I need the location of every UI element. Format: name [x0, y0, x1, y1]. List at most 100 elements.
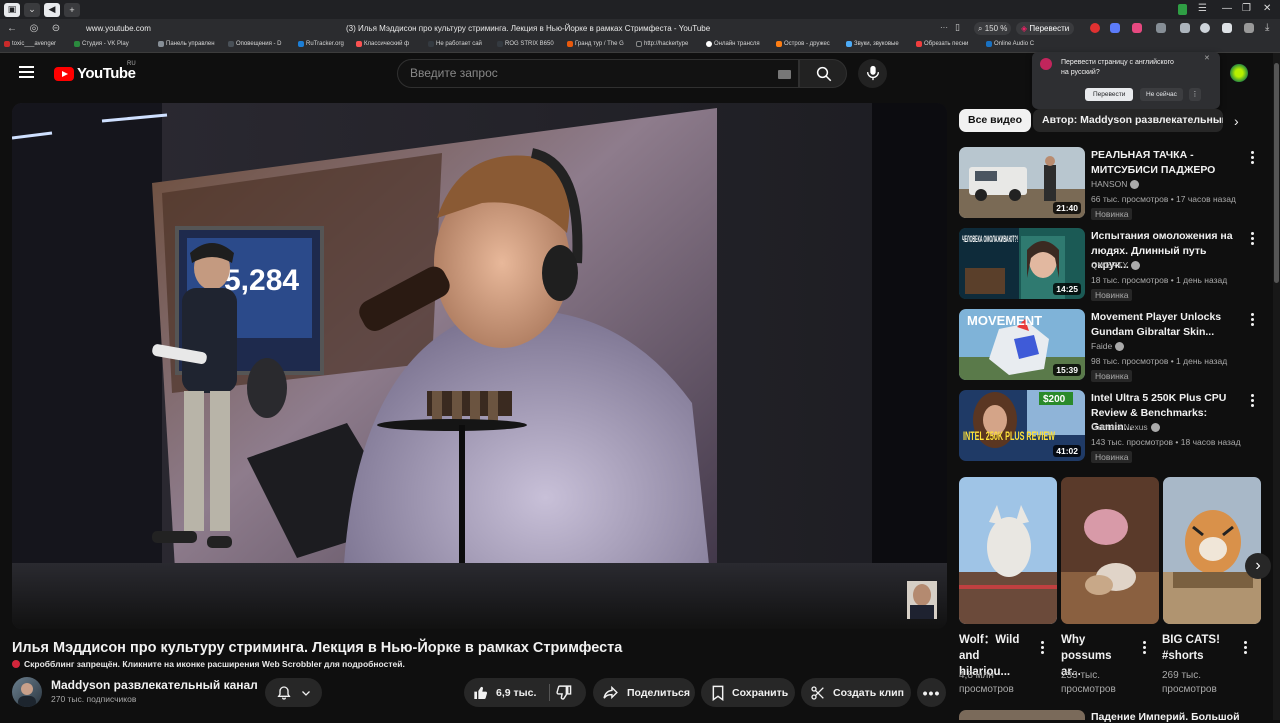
video-thumbnail[interactable]: MOVEMENT 15:39 — [959, 309, 1085, 380]
video-thumbnail[interactable]: $200 INTEL 250K PLUS REVIEW 41:02 — [959, 390, 1085, 461]
short-thumbnail[interactable] — [1061, 477, 1159, 624]
more-dots-icon[interactable]: ··· — [940, 23, 948, 32]
video-channel[interactable]: Gamers Nexus — [1091, 422, 1160, 432]
short-thumbnail[interactable] — [1163, 477, 1261, 624]
short-menu-icon[interactable] — [1143, 641, 1147, 655]
download-arrow-icon[interactable]: ⤓ — [1265, 22, 1269, 33]
save-button[interactable]: Сохранить — [701, 678, 795, 707]
search-button[interactable] — [799, 59, 847, 88]
tab-youtube[interactable]: ◀ — [44, 2, 60, 17]
video-meta: 18 тыс. просмотров • 1 день назад — [1091, 275, 1228, 285]
bookmark-item[interactable]: Не работает сай — [428, 41, 482, 47]
bookmark-star-icon[interactable]: ▯ — [955, 22, 960, 33]
video-menu-icon[interactable] — [1251, 151, 1255, 165]
bookmark-item[interactable]: Обрезать песни — [916, 41, 968, 47]
extension-leaf-icon[interactable] — [1178, 4, 1187, 15]
extension-shield-icon[interactable] — [1156, 23, 1166, 33]
next-video-title[interactable]: Падение Империй. Большой — [1091, 711, 1240, 723]
extension-scrobbler-icon[interactable] — [1132, 23, 1142, 33]
more-actions-button[interactable]: ••• — [917, 678, 946, 707]
bookmark-item[interactable]: Остров - дружес — [776, 41, 830, 47]
bookmark-item[interactable]: Звуки, звуковые — [846, 41, 899, 47]
recommended-video[interactable]: $200 INTEL 250K PLUS REVIEW 41:02 Intel … — [959, 390, 1259, 463]
like-button[interactable]: 6,9 тыс. — [464, 678, 549, 707]
page-scrollbar[interactable] — [1273, 53, 1280, 720]
bookmark-label: Online Audio C — [994, 41, 1035, 47]
extension-gear-icon[interactable] — [1180, 23, 1190, 33]
recommended-video[interactable]: 21:40 РЕАЛЬНАЯ ТАЧКА - МИТСУБИСИ ПАДЖЕРО… — [959, 147, 1259, 220]
bookmark-item[interactable]: Гранд тур / The G — [567, 41, 624, 47]
channel-name[interactable]: Maddyson развлекательный канал — [51, 678, 258, 692]
back-icon[interactable]: ← — [5, 23, 19, 34]
video-menu-icon[interactable] — [1251, 394, 1255, 408]
zoom-level[interactable]: ⌕ 150 % — [974, 22, 1012, 35]
translate-button[interactable]: ◈ Перевести — [1016, 22, 1075, 35]
user-avatar[interactable] — [1230, 64, 1248, 82]
minimize-icon[interactable]: — — [1222, 3, 1232, 14]
translate-confirm-button[interactable]: Перевести — [1085, 88, 1134, 101]
video-channel[interactable]: Faide — [1091, 341, 1125, 351]
bookmark-item[interactable]: Классический ф — [356, 41, 409, 47]
chip-author[interactable]: Автор: Maddyson развлекательный — [1033, 109, 1223, 132]
chips-next-chevron-icon[interactable]: › — [1234, 113, 1239, 129]
search-input[interactable] — [410, 66, 750, 80]
video-channel[interactable]: QWERTY — [1091, 260, 1141, 270]
keyboard-icon[interactable] — [778, 70, 791, 79]
subscribe-notifications-button[interactable] — [265, 678, 322, 707]
browser-menu-icon[interactable]: ▣ — [4, 2, 20, 17]
extension-puzzle-icon[interactable] — [1222, 23, 1232, 33]
youtube-logo[interactable]: YouTube RU — [54, 61, 136, 82]
short-title[interactable]: BIG CATS! #shorts — [1162, 632, 1234, 664]
video-thumbnail[interactable]: ЧЕЛОВЕКА ОМОЛАЖИВАЮТ?! 14:25 — [959, 228, 1085, 299]
extension-red-icon[interactable] — [1090, 23, 1100, 33]
restore-icon[interactable]: ❐ — [1242, 3, 1251, 14]
bookmark-item[interactable]: Панель управлен — [158, 41, 215, 47]
video-thumbnail[interactable]: 21:40 — [959, 147, 1085, 218]
bookmark-item[interactable]: Онлайн трансля — [706, 41, 760, 47]
shorts-next-chevron-icon[interactable]: › — [1245, 553, 1271, 579]
share-button[interactable]: Поделиться — [593, 678, 695, 707]
bookmark-favicon-icon — [636, 41, 642, 47]
recommended-video[interactable]: MOVEMENT 15:39 Movement Player Unlocks G… — [959, 309, 1259, 382]
close-icon[interactable]: ✕ — [1204, 54, 1210, 62]
scrollbar-thumb[interactable] — [1274, 63, 1279, 283]
new-tab-plus-icon[interactable]: + — [64, 2, 80, 17]
channel-avatar[interactable] — [12, 677, 42, 707]
short-menu-icon[interactable] — [1244, 641, 1248, 655]
video-player[interactable]: 5,284 — [12, 103, 947, 629]
translate-dismiss-button[interactable]: Не сейчас — [1140, 88, 1183, 101]
logo-text: YouTube — [77, 65, 136, 82]
bookmark-item[interactable]: Студия - VK Play — [74, 41, 129, 47]
short-menu-icon[interactable] — [1041, 641, 1045, 655]
voice-search-button[interactable] — [858, 59, 887, 88]
video-title-link[interactable]: РЕАЛЬНАЯ ТАЧКА - МИТСУБИСИ ПАДЖЕРО — [1091, 148, 1243, 177]
dislike-button[interactable] — [555, 684, 572, 704]
close-window-icon[interactable]: ✕ — [1263, 3, 1271, 14]
short-thumbnail[interactable] — [959, 477, 1057, 624]
url-text[interactable]: www.youtube.com — [86, 24, 151, 33]
site-info-icon[interactable]: ◎ — [27, 23, 41, 34]
tab-list-chevron-icon[interactable]: ⌄ — [24, 2, 40, 17]
video-menu-icon[interactable] — [1251, 232, 1255, 246]
video-title-link[interactable]: Movement Player Unlocks Gundam Gibraltar… — [1091, 310, 1243, 339]
video-menu-icon[interactable] — [1251, 313, 1255, 327]
bookmark-item[interactable]: Online Audio C — [986, 41, 1034, 47]
bookmark-item[interactable]: http://hackertype — [636, 41, 688, 47]
translate-options-icon[interactable]: ⋮ — [1189, 88, 1201, 101]
bookmark-item[interactable]: RuTracker.org — [298, 41, 344, 47]
bookmark-item[interactable]: toxic___avenger — [4, 41, 56, 47]
channel-avatar-image — [18, 683, 36, 707]
next-video-thumbnail[interactable] — [959, 710, 1085, 720]
extension-blue-icon[interactable] — [1110, 23, 1120, 33]
create-clip-button[interactable]: Создать клип — [801, 678, 911, 707]
extension-grey-icon[interactable] — [1200, 23, 1210, 33]
recommended-video[interactable]: ЧЕЛОВЕКА ОМОЛАЖИВАЮТ?! 14:25 Испытания о… — [959, 228, 1259, 301]
bookmark-list-icon[interactable]: ☰ — [1198, 3, 1207, 14]
bookmark-item[interactable]: ROG STRIX B650 — [497, 41, 554, 47]
chip-all-videos[interactable]: Все видео — [959, 109, 1032, 132]
https-lock-icon[interactable]: ⊝ — [49, 23, 63, 34]
bookmark-item[interactable]: Оповещения - D — [228, 41, 282, 47]
menu-hamburger-icon[interactable] — [19, 66, 34, 78]
download-icon[interactable] — [1244, 23, 1254, 33]
video-channel[interactable]: HANSON — [1091, 179, 1140, 189]
